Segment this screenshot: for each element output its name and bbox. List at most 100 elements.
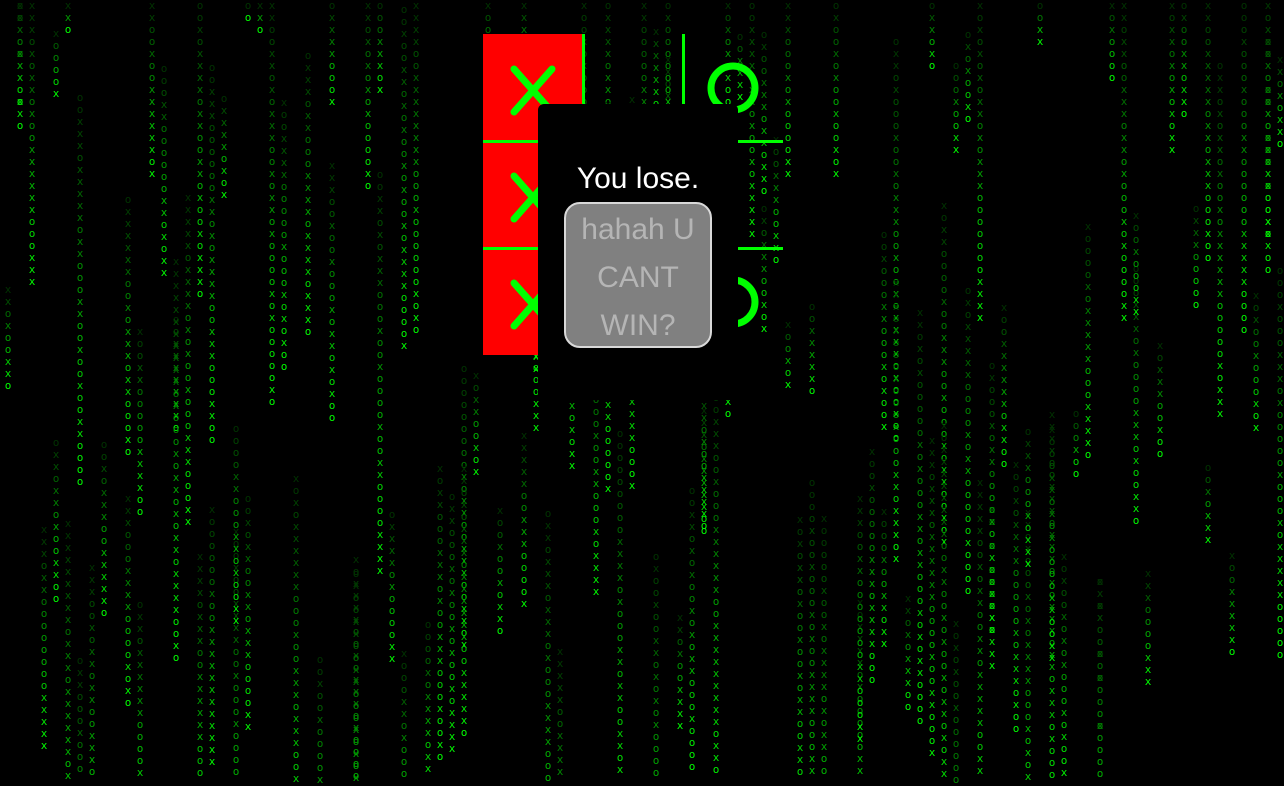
rain-stream: oxxxoooxoxxx bbox=[1024, 425, 1032, 570]
rain-stream: oxxxxoxooooxx bbox=[388, 508, 396, 665]
rain-stream: xooooooxooxxxxxxxxxxxx bbox=[208, 503, 216, 768]
rain-stream: oxxoxo bbox=[928, 0, 936, 72]
rain-stream: oooxoooxxxoxoooooxoooxoxxxxxooooo bbox=[1276, 264, 1284, 661]
rain-stream: oxxoxoxxoxooxoxxxxxxoooooxoxxx bbox=[1216, 59, 1224, 420]
rain-stream: xxoxoxxo bbox=[1276, 53, 1284, 150]
rain-stream: xxoxooxxo bbox=[4, 283, 12, 392]
rain-stream: oxxoooxooo bbox=[76, 654, 84, 775]
rain-stream: xxxooxoxxoxxooxxxo bbox=[88, 561, 96, 778]
rain-stream: xxxoooxoxooooxx bbox=[784, 0, 792, 180]
rain-stream: ooxoooxxoooxoxoox bbox=[880, 228, 888, 433]
rain-stream: xooxoooooxxxoxxxxooo bbox=[868, 445, 876, 686]
rain-stream: oxxxxxxooxoxxxoxxoooxo bbox=[124, 193, 132, 458]
rain-stream: ooxooxoooox bbox=[316, 653, 324, 786]
rain-stream: xooxxxxoooooxoooxoxoxoo bbox=[280, 96, 288, 373]
rain-stream: xxooxxxxxoxxoxxxoooxoo bbox=[1204, 0, 1212, 264]
rain-stream: ooxoxxx bbox=[1204, 461, 1212, 546]
rain-stream: xxxxxooxoxxooxxoxxxxxooxx bbox=[976, 476, 984, 777]
rain-stream: ooooxxoooxxoxooxx bbox=[232, 422, 240, 627]
rain-stream: oooxoo bbox=[1072, 407, 1080, 480]
rain-stream: xxxxxxxxxxxoxoooxoxxoxoxxoxxxxooxo bbox=[172, 255, 180, 664]
rain-stream: xooxoxxxxoooooxoxxxoxoo bbox=[1012, 458, 1020, 735]
rain-stream: oxxoooxoxooxoxooxoxxxx bbox=[448, 490, 456, 755]
rain-stream: xoooxxoxoxooooxxooxx bbox=[1048, 423, 1056, 664]
rain-stream: oxxooxxoxxo bbox=[16, 0, 24, 132]
rain-stream: oxoxooxo bbox=[964, 28, 972, 125]
rain-stream: xxxxxooxxxoooox bbox=[520, 429, 528, 610]
game-screen: xxoxooxxoxoxoxxxoooxxooxxoxxoxxxoxoxxoxo… bbox=[0, 0, 1284, 786]
rain-stream: xoxoooo bbox=[1108, 0, 1116, 84]
rain-stream: xxxxooxxxxxxxxoooxooooooxoxo bbox=[412, 0, 420, 336]
rain-stream: ooxxxoxxxxxoxxoooxxooxooxooxxoooo bbox=[76, 91, 84, 488]
rain-stream: xoxxxooxoo bbox=[1156, 339, 1164, 460]
rain-stream: xoxxoxoxoxoxx bbox=[1168, 0, 1176, 156]
rain-stream: xxxxoxxxooxxxxxxooo bbox=[196, 550, 204, 779]
rain-stream: xxxooxxoooooooxxoooxx bbox=[856, 492, 864, 745]
rain-stream: xxxxxoxxxxoxoxooxoooxxxoooxx bbox=[184, 191, 192, 528]
rain-stream: ooxoxxxooxxxxxo bbox=[100, 438, 108, 619]
rain-stream: xoxxxxxxxxooxxooxoxooxoxxoxoxx bbox=[940, 419, 948, 780]
rain-stream: xxxooooxxx bbox=[1144, 567, 1152, 688]
rain-stream: oxxxxooox bbox=[328, 0, 336, 108]
rain-stream: xxxoxxooooooooxxxxx bbox=[40, 523, 48, 752]
rain-stream: ooxxxooooooxxoxoxxxxooxxxoooxxoo bbox=[208, 61, 216, 446]
rain-stream: xooxox bbox=[784, 318, 792, 391]
rain-stream: xoxoxxxxxxoooxooxxxoxxxoox bbox=[292, 472, 300, 785]
rain-stream: xxxoooxxxxooooxoxo bbox=[124, 492, 132, 709]
rain-stream: xoooooxooxoxxxxoxoxxoo bbox=[820, 512, 828, 777]
rain-stream: xooxxxooxoooxxxxxxooxxxxxxxxxoxxo bbox=[712, 380, 720, 776]
rain-stream: xoooxxoxooo bbox=[400, 647, 408, 780]
rain-stream: xoxoxooxoooooo bbox=[952, 617, 960, 786]
rain-stream: oxoooxoxxooooxooxooxoxo bbox=[988, 359, 996, 636]
rain-stream: xoxxooxox bbox=[472, 369, 480, 478]
rain-stream: xxooxooxxxxxxox bbox=[148, 0, 156, 180]
rain-stream: xoxoxoxoxxoxoxxxoooooooxxxx bbox=[976, 0, 984, 324]
rain-stream: xxxooxooxoooxoxxoxoxoo bbox=[328, 159, 336, 424]
result-message: You lose. bbox=[576, 162, 700, 195]
rain-stream: xxxoxxxoxxxxxxooooxooxxooox bbox=[928, 434, 936, 759]
rain-stream: xxxxxxxxxoxxxoxxxxxxox bbox=[64, 517, 72, 782]
rain-stream: oxxxxoxox bbox=[220, 92, 228, 201]
rain-stream: xxo bbox=[64, 0, 72, 36]
rain-stream: xxxxxooxxxx bbox=[556, 645, 564, 778]
rain-stream: oxxoxxxxxxoooox bbox=[136, 598, 144, 779]
rain-stream: xxo bbox=[256, 0, 264, 36]
rain-stream: xxoxoxxxoxxxxxxooxxxxxo bbox=[460, 462, 468, 739]
rain-stream: oxooxooxxoxoxoxoooo bbox=[652, 550, 660, 779]
rain-stream: oxxoxxoxooxxoo bbox=[52, 436, 60, 605]
rain-stream: xoxooxoxoxoooxoxoox bbox=[1060, 550, 1068, 779]
rain-stream: xoxooxoooxox bbox=[1252, 289, 1260, 434]
rain-stream: xxxoxoxxoxooxxxxxxoooxxx bbox=[28, 0, 36, 288]
play-again-button[interactable]: hahah U CANT WIN? bbox=[564, 202, 712, 348]
rain-stream: ooooxooxoooxoxooxxxxoooxx bbox=[808, 476, 816, 777]
rain-stream: oooxxxox bbox=[376, 0, 384, 96]
rain-stream: ooooxoxxxxoxx bbox=[424, 618, 432, 775]
rain-stream: oxxoxxxoxxxoxoooxxxxooo bbox=[544, 507, 552, 784]
rain-stream: ooxx bbox=[1036, 0, 1044, 48]
rain-stream: oxxxooooo bbox=[1192, 202, 1200, 311]
rain-stream: ooxxxxxo bbox=[808, 300, 816, 397]
rain-stream: ooxxoxoxooxoxoxxoooxoooo bbox=[688, 484, 696, 773]
rain-stream: xxooxxoxoxxxooxoxxoxooooxoxoooooxo bbox=[268, 0, 276, 408]
rain-stream: ooxooxxoxoxooxoxooxoxxxxoooox bbox=[400, 3, 408, 352]
game-over-dialog: You lose. hahah U CANT WIN? bbox=[538, 104, 738, 400]
rain-stream: xxoxoxxxoo bbox=[904, 592, 912, 713]
rain-stream: oooxooxx bbox=[952, 59, 960, 156]
rain-stream: oxxxooooooooooooo bbox=[1096, 575, 1104, 780]
rain-stream: oxxxoxxoooxxxxoxxxxoxxxo bbox=[304, 49, 312, 338]
rain-stream: oxooxxooxxoooxoxox bbox=[352, 567, 360, 784]
rain-stream: xooxxxxxo bbox=[1228, 549, 1236, 658]
rain-stream: xoxxoxoooxooxoxxooxo bbox=[1264, 0, 1272, 240]
rain-stream: oxooxoxooxooxox bbox=[832, 0, 840, 180]
rain-stream: xoooox bbox=[52, 27, 60, 100]
rain-stream: xooxxxxxxoxxoo bbox=[1000, 301, 1008, 470]
rain-stream: oooxoooxoooxxooooooxxxxxoooo bbox=[1240, 0, 1248, 336]
rain-stream: oooxxooooooxxoxoxx bbox=[160, 62, 168, 279]
rain-stream: xooxoooxx bbox=[1132, 209, 1140, 318]
rain-stream: xxoxxooxxxoxxoxoooxoxooooxx bbox=[1120, 0, 1128, 324]
rain-stream: xoxxoooxxxoxooxxxoooxooxo bbox=[436, 462, 444, 763]
rain-stream: xxoxoxoxoxooooxo bbox=[364, 0, 372, 192]
rain-stream: ooxoxxooxxoxxxooooxx bbox=[244, 492, 252, 733]
rain-stream: ooxoxxxxoxxooxxoxooxoxxxo bbox=[196, 0, 204, 300]
rain-stream: ooxxoxoxxxoooxooxooooxooxxooooxxxx bbox=[376, 168, 384, 577]
